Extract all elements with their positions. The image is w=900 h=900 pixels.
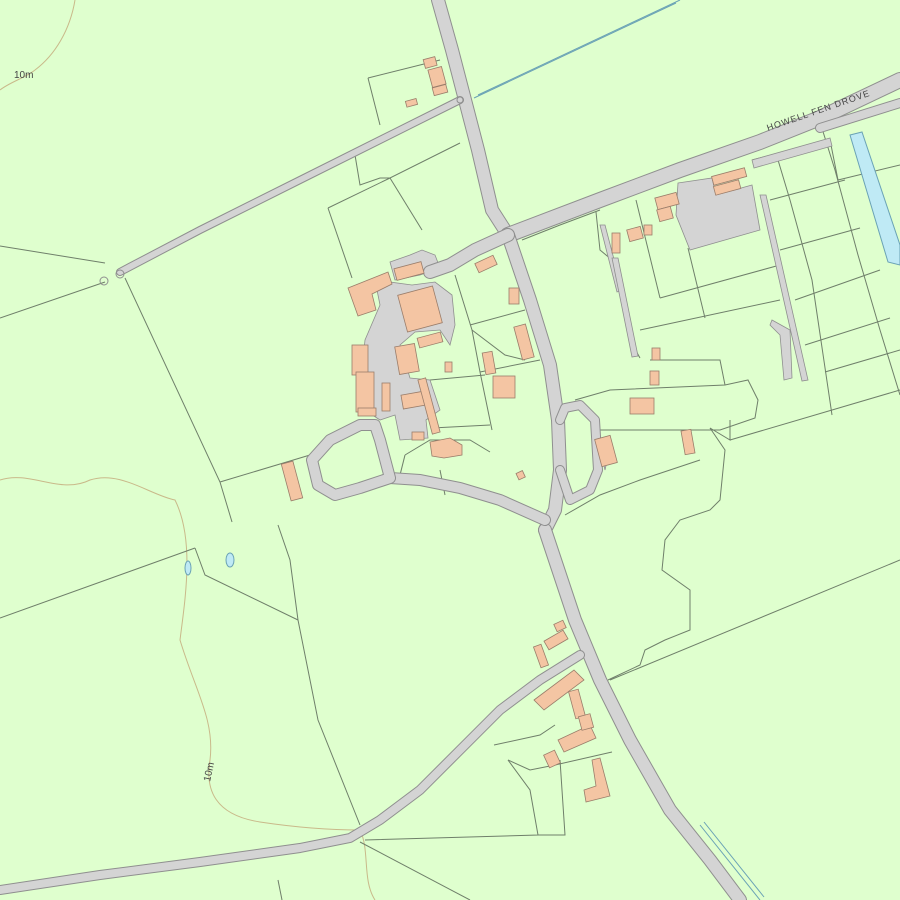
map-canvas[interactable]: HOWELL FEN DROVE 10m 10m	[0, 0, 900, 900]
contour-label-north: 10m	[14, 70, 33, 81]
